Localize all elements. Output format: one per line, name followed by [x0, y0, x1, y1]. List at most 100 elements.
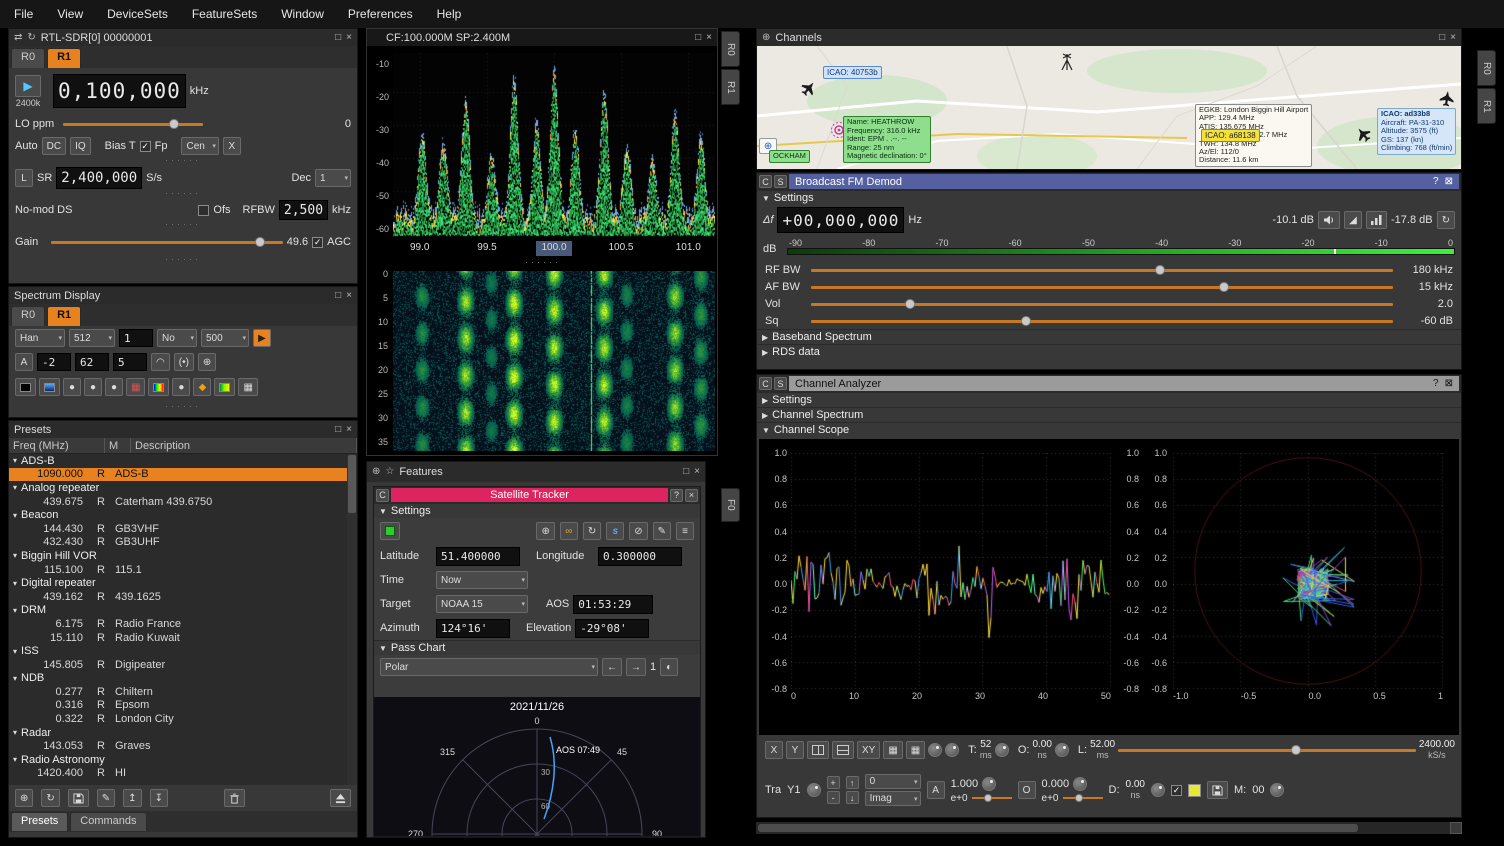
- device-tab-r0[interactable]: R0: [11, 48, 45, 68]
- horizontal-scrollbar[interactable]: [756, 822, 1462, 834]
- trace-visible-checkbox[interactable]: ✓: [1171, 785, 1182, 796]
- preset-item-row[interactable]: 144.430RGB3VHF: [9, 522, 357, 536]
- close-icon[interactable]: ×: [346, 425, 352, 435]
- spectrum-palette-button[interactable]: [214, 378, 235, 396]
- slider-handle[interactable]: [905, 299, 915, 309]
- features-titlebar[interactable]: ⊕ ☆ Features □ ×: [367, 462, 705, 482]
- grid-color-button[interactable]: ▦: [126, 378, 145, 396]
- channels-tab-r1[interactable]: R1: [1477, 88, 1496, 124]
- settings-section-header[interactable]: ▼ Settings: [374, 503, 700, 518]
- add-channel-icon[interactable]: ⊕: [762, 33, 770, 43]
- time-combo[interactable]: Now: [436, 571, 528, 589]
- channels-tab-r0[interactable]: R0: [1477, 50, 1496, 86]
- waterfall-canvas[interactable]: [393, 271, 715, 451]
- markers-button[interactable]: ◆: [193, 378, 211, 396]
- collapse-arrow-icon[interactable]: ▾: [13, 483, 17, 492]
- star-icon[interactable]: ☆: [385, 467, 394, 477]
- preset-item-row[interactable]: 143.053RGraves: [9, 739, 357, 753]
- preset-item-row[interactable]: 0.316REpsom: [9, 699, 357, 713]
- average-trace-button[interactable]: ●: [105, 378, 123, 396]
- start-stop-button[interactable]: ▶: [15, 75, 41, 97]
- longitude-field[interactable]: 0.300000: [598, 547, 682, 566]
- sampling-mode-combo[interactable]: Cen: [181, 137, 218, 155]
- workspace-tab-r1[interactable]: R1: [721, 69, 740, 105]
- add-trace-button[interactable]: +: [827, 776, 840, 789]
- move-icon[interactable]: ⇄: [14, 33, 22, 43]
- scope-display-area[interactable]: 1.00.80.60.40.20.0-0.2-0.4-0.6-0.8 01020…: [759, 439, 1459, 735]
- workspace-tab-r0[interactable]: R0: [721, 31, 740, 67]
- collapse-arrow-icon[interactable]: ▾: [13, 456, 17, 465]
- x-display-button[interactable]: X: [765, 741, 783, 759]
- scope-xy-canvas[interactable]: [1173, 453, 1443, 689]
- refresh-rate-combo[interactable]: 500: [201, 329, 249, 347]
- close-icon[interactable]: ×: [346, 291, 352, 301]
- shrink-icon[interactable]: □: [335, 425, 341, 435]
- preset-item-row[interactable]: 1420.400RHI: [9, 767, 357, 781]
- channel-spectrum-section-header[interactable]: ▶ Channel Spectrum: [757, 407, 1461, 422]
- ref-level-field[interactable]: -2: [37, 353, 71, 371]
- preset-group-row[interactable]: ▾ADS-B: [9, 454, 357, 468]
- collapse-arrow-icon[interactable]: ▾: [13, 606, 17, 615]
- waterfall-palette-button[interactable]: [39, 378, 60, 396]
- lo-ppm-slider[interactable]: [63, 118, 203, 130]
- trace-color-swatch[interactable]: [1188, 784, 1201, 797]
- dc-correction-button[interactable]: DC: [42, 137, 66, 155]
- map-target-button[interactable]: ⊕: [536, 522, 554, 540]
- grid-intensity-dial[interactable]: [928, 743, 942, 757]
- shrink-icon[interactable]: □: [683, 467, 689, 477]
- spectrum-tab-r1[interactable]: R1: [47, 306, 81, 326]
- preset-group-row[interactable]: ▾Beacon: [9, 508, 357, 522]
- channel-color-button[interactable]: C: [759, 175, 772, 188]
- resize-handle[interactable]: ······: [9, 257, 357, 264]
- spectrum-window-titlebar[interactable]: CF:100.000M SP:2.400M □ ×: [367, 29, 717, 46]
- preset-group-row[interactable]: ▾ISS: [9, 644, 357, 658]
- vertical-split-button[interactable]: [832, 741, 854, 759]
- background-color-button[interactable]: [15, 378, 36, 396]
- save-presets-button[interactable]: [68, 789, 89, 807]
- collapse-arrow-icon[interactable]: ▾: [13, 674, 17, 683]
- chart-mode-combo[interactable]: Polar: [380, 658, 598, 676]
- invert-waterfall-button[interactable]: ●: [172, 378, 190, 396]
- sample-rate-display[interactable]: 2,400,000: [56, 167, 142, 189]
- timebase-dial[interactable]: [995, 743, 1009, 757]
- link-button[interactable]: ∞: [560, 522, 578, 540]
- channels-titlebar[interactable]: ⊕ Channels □ ×: [757, 29, 1461, 46]
- collapse-arrow-icon[interactable]: ▾: [13, 755, 17, 764]
- polar-grid-button[interactable]: ▦: [883, 741, 902, 759]
- reload-device-icon[interactable]: ↻: [27, 33, 35, 43]
- menu-item-featuresets[interactable]: FeatureSets: [190, 7, 259, 21]
- low-sample-rate-button[interactable]: L: [15, 169, 33, 187]
- annotation-button[interactable]: A: [15, 353, 33, 371]
- presets-tab[interactable]: Presets: [11, 812, 68, 831]
- menu-item-help[interactable]: Help: [435, 7, 464, 21]
- spectrum-display-titlebar[interactable]: Spectrum Display □ ×: [9, 287, 357, 304]
- target-combo[interactable]: NOAA 15: [436, 595, 528, 613]
- aircraft-info-label[interactable]: ICAO: ad33b8Aircraft: PA-31-310Altitude:…: [1377, 108, 1456, 155]
- delay-dial[interactable]: [1151, 783, 1165, 797]
- resize-handle[interactable]: ······: [9, 404, 357, 411]
- menu-item-file[interactable]: File: [12, 7, 35, 21]
- baseband-spectrum-section-header[interactable]: ▶ Baseband Spectrum: [757, 329, 1461, 344]
- close-icon[interactable]: ⊠: [1445, 177, 1453, 187]
- commands-tab[interactable]: Commands: [70, 812, 146, 831]
- selected-aircraft-icao-label[interactable]: ICAO: a68138: [1201, 129, 1260, 142]
- delete-preset-button[interactable]: [224, 789, 245, 807]
- grid-button[interactable]: ▦: [238, 378, 257, 396]
- dark-theme-button[interactable]: ◐: [660, 658, 678, 676]
- trace-offset-exp-slider[interactable]: [1063, 793, 1103, 803]
- next-pass-button[interactable]: →: [626, 658, 646, 676]
- pass-chart-section-header[interactable]: ▼ Pass Chart: [374, 640, 700, 655]
- channel-settings-button[interactable]: S: [774, 175, 787, 188]
- preset-item-row[interactable]: 432.430RGB3UHF: [9, 536, 357, 550]
- trace-select-combo[interactable]: 0: [865, 774, 921, 789]
- satellite-selection-button[interactable]: s: [606, 522, 624, 540]
- column-m[interactable]: M: [105, 438, 131, 453]
- offset-reset-button[interactable]: O: [1018, 781, 1036, 799]
- memory-dial[interactable]: [1270, 783, 1284, 797]
- latitude-field[interactable]: 51.400000: [436, 547, 520, 566]
- close-icon[interactable]: ×: [346, 33, 352, 43]
- preset-group-row[interactable]: ▾Digital repeater: [9, 576, 357, 590]
- audio-feedback-button[interactable]: ↻: [1437, 211, 1455, 229]
- menu-item-preferences[interactable]: Preferences: [346, 7, 415, 21]
- gain-slider[interactable]: [51, 236, 283, 248]
